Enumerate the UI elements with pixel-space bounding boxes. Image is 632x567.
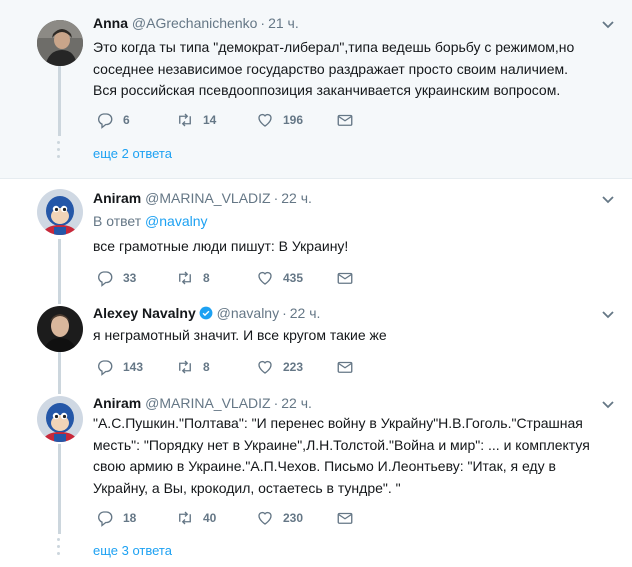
- like-count: 230: [283, 511, 304, 525]
- direct-message-icon: [337, 361, 353, 373]
- tweet-header: Aniram @MARINA_VLADIZ · 22 ч.: [93, 394, 312, 412]
- timestamp[interactable]: 22 ч.: [290, 305, 321, 321]
- like-count: 435: [283, 271, 304, 285]
- separator-dot: ·: [273, 190, 279, 206]
- avatar[interactable]: [37, 306, 83, 352]
- author-name[interactable]: Alexey Navalny: [93, 305, 196, 321]
- retweet-icon: [179, 113, 191, 127]
- like-icon: [258, 360, 272, 374]
- captain-america-avatar-icon: [37, 396, 83, 442]
- tweet-anna[interactable]: Anna @AGrechanichenko · 21 ч. Это когда ты…: [0, 0, 632, 178]
- retweet-icon: [179, 511, 191, 525]
- retweet-count: 40: [203, 511, 217, 525]
- like-icon: [258, 271, 272, 285]
- reply-icon: [98, 511, 113, 527]
- reply-button[interactable]: 33: [96, 268, 136, 288]
- direct-message-icon: [337, 114, 353, 126]
- retweet-button[interactable]: 14: [176, 110, 216, 130]
- reply-count: 143: [123, 360, 144, 374]
- author-handle[interactable]: @navalny: [217, 305, 279, 321]
- retweet-icon: [179, 360, 191, 374]
- author-name[interactable]: Aniram: [93, 395, 141, 411]
- tweet-header: Anna @AGrechanichenko · 21 ч.: [93, 14, 299, 32]
- tweet-navalny[interactable]: Alexey Navalny @navalny · 22 ч. я неграмот…: [0, 296, 632, 388]
- retweet-count: 8: [203, 271, 210, 285]
- like-button[interactable]: 196: [256, 110, 303, 130]
- reply-count: 33: [123, 271, 137, 285]
- author-handle[interactable]: @AGrechanichenko: [132, 15, 258, 31]
- tweet-header: Alexey Navalny @navalny · 22 ч.: [93, 304, 320, 322]
- show-more-replies-link[interactable]: еще 2 ответа: [93, 146, 172, 162]
- retweet-button[interactable]: 8: [176, 268, 210, 288]
- timestamp[interactable]: 21 ч.: [268, 15, 299, 31]
- retweet-button[interactable]: 40: [176, 508, 216, 528]
- chevron-down-icon[interactable]: [601, 400, 615, 410]
- thread-line: [58, 296, 61, 304]
- avatar[interactable]: [37, 189, 83, 235]
- thread-line: [58, 388, 61, 394]
- author-name[interactable]: Aniram: [93, 190, 141, 206]
- retweet-icon: [179, 271, 191, 285]
- like-button[interactable]: 223: [256, 357, 303, 377]
- avatar[interactable]: [37, 20, 83, 66]
- author-handle[interactable]: @MARINA_VLADIZ: [145, 190, 270, 206]
- avatar[interactable]: [37, 396, 83, 442]
- reply-count: 18: [123, 511, 137, 525]
- like-count: 223: [283, 360, 304, 374]
- like-button[interactable]: 435: [256, 268, 303, 288]
- avatar-photo-icon: [37, 20, 83, 66]
- tweet-text: Это когда ты типа "демократ-либерал",тип…: [93, 39, 575, 98]
- thread-more-dots: [56, 538, 62, 559]
- like-count: 196: [283, 113, 304, 127]
- reply-to-link[interactable]: @navalny: [145, 213, 207, 229]
- author-handle[interactable]: @MARINA_VLADIZ: [145, 395, 270, 411]
- verified-badge-icon: [199, 306, 213, 320]
- separator-dot: ·: [282, 305, 287, 321]
- separator-dot: ·: [260, 15, 266, 31]
- reply-icon: [98, 271, 113, 287]
- chevron-down-icon[interactable]: [601, 310, 615, 320]
- reply-count: 6: [123, 113, 130, 127]
- reply-button[interactable]: 18: [96, 508, 136, 528]
- reply-icon: [98, 113, 113, 129]
- tweet-text: я неграмотный значит. И все кругом такие…: [93, 327, 387, 343]
- like-icon: [258, 113, 272, 127]
- tweet-aniram-1[interactable]: Aniram @MARINA_VLADIZ · 22 ч. В ответ @nav…: [0, 179, 632, 296]
- direct-message-icon: [337, 512, 353, 524]
- reply-button[interactable]: 6: [96, 110, 130, 130]
- like-icon: [258, 511, 272, 525]
- show-more-replies-link[interactable]: еще 3 ответа: [93, 543, 172, 559]
- reply-icon: [98, 360, 113, 376]
- direct-message-button[interactable]: [336, 357, 363, 377]
- timestamp[interactable]: 22 ч.: [281, 395, 312, 411]
- retweet-button[interactable]: 8: [176, 357, 210, 377]
- reply-prefix: В ответ: [93, 213, 142, 229]
- reply-context: В ответ @navalny: [93, 212, 208, 230]
- thread-more-dots: [56, 141, 62, 162]
- tweet-text: все грамотные люди пишут: В Украину!: [93, 238, 349, 254]
- direct-message-icon: [337, 272, 353, 284]
- tweet-header: Aniram @MARINA_VLADIZ · 22 ч.: [93, 189, 312, 207]
- retweet-count: 14: [203, 113, 217, 127]
- captain-america-avatar-icon: [37, 189, 83, 235]
- thread-line: [58, 444, 61, 534]
- timestamp[interactable]: 22 ч.: [281, 190, 312, 206]
- direct-message-button[interactable]: [336, 508, 363, 528]
- direct-message-button[interactable]: [336, 268, 363, 288]
- chevron-down-icon[interactable]: [601, 20, 615, 30]
- thread-line: [58, 66, 61, 136]
- separator-dot: ·: [273, 395, 279, 411]
- retweet-count: 8: [203, 360, 210, 374]
- avatar-photo-icon: [37, 306, 83, 352]
- chevron-down-icon[interactable]: [601, 195, 615, 205]
- thread-line: [58, 239, 61, 296]
- like-button[interactable]: 230: [256, 508, 303, 528]
- reply-button[interactable]: 143: [96, 357, 143, 377]
- tweet-text: "А.С.Пушкин."Полтава": "И перенес войну …: [93, 415, 590, 496]
- thread-line: [58, 352, 61, 388]
- author-name[interactable]: Anna: [93, 15, 128, 31]
- tweet-aniram-2[interactable]: Aniram @MARINA_VLADIZ · 22 ч. "А.С.Пушкин.…: [0, 388, 632, 567]
- direct-message-button[interactable]: [336, 110, 363, 130]
